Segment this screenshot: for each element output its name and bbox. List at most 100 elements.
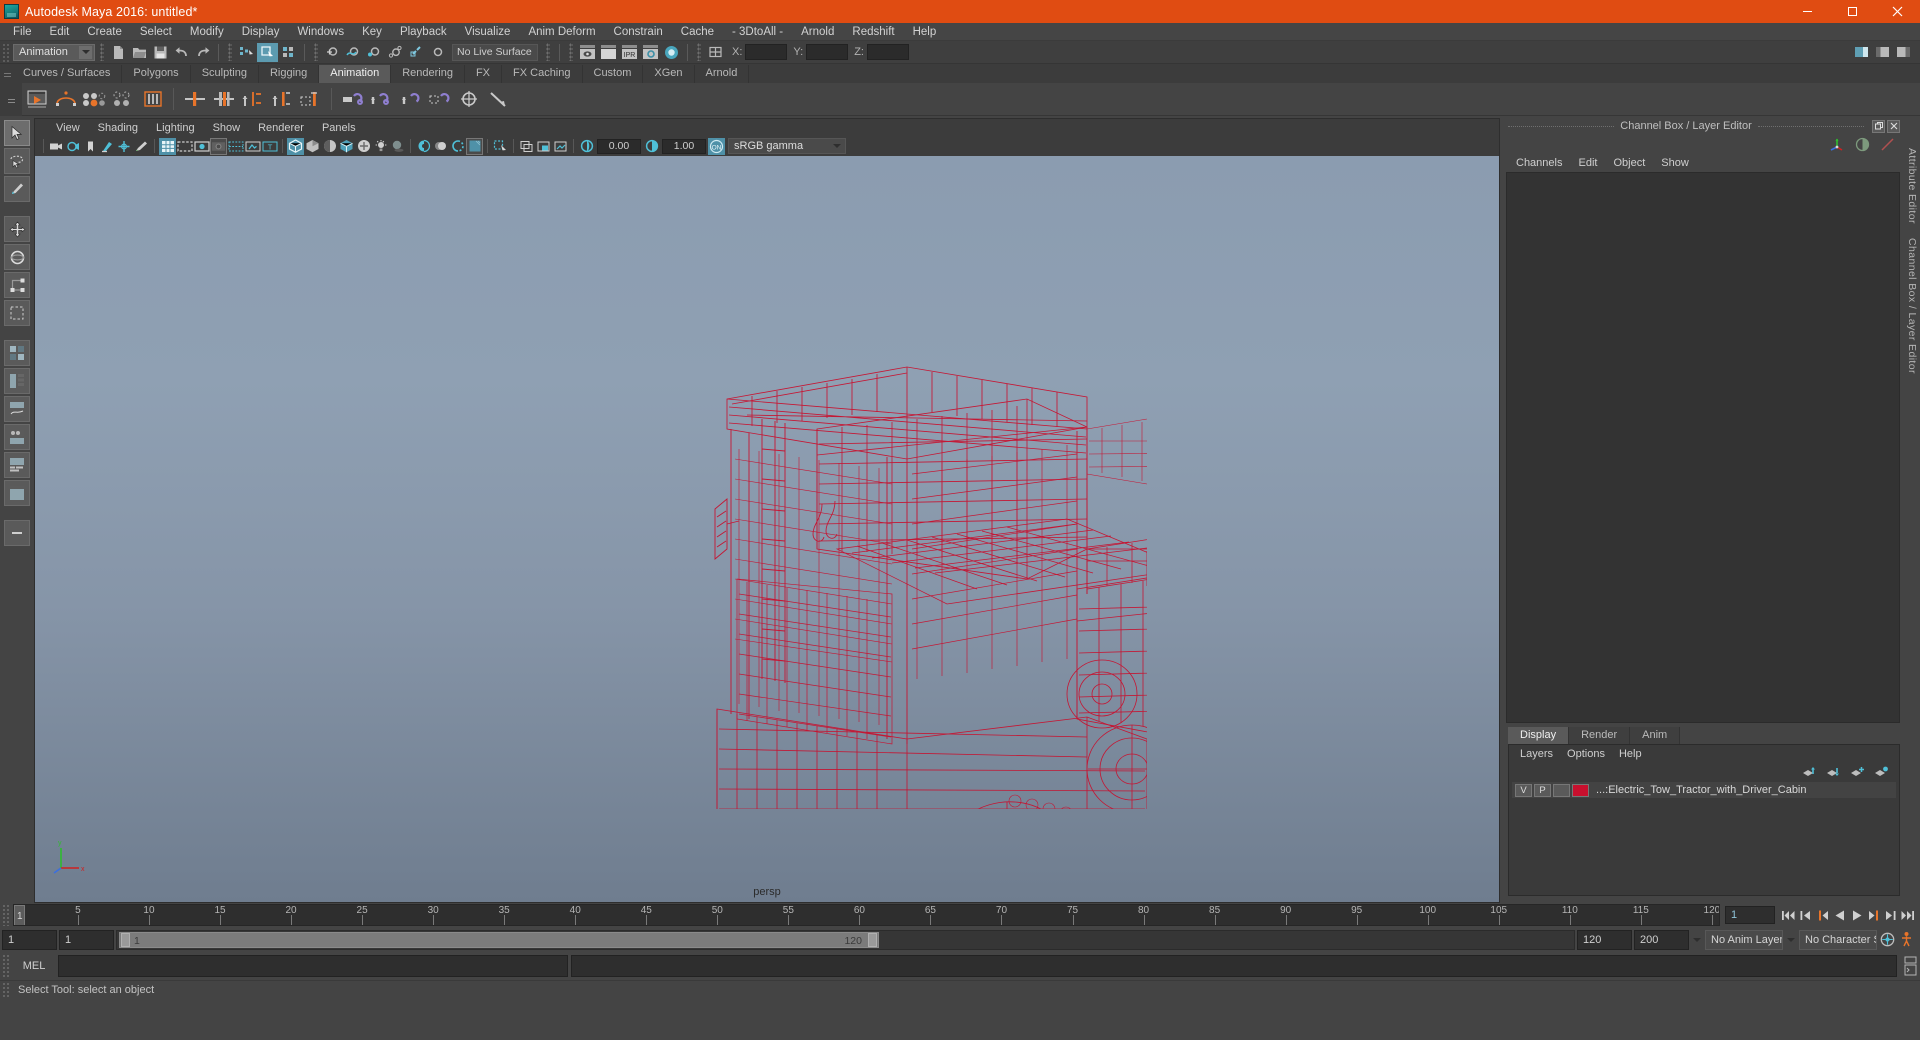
layer-playback-toggle[interactable]: P (1534, 783, 1551, 797)
coord-y-field[interactable] (806, 44, 849, 60)
command-input[interactable] (58, 955, 568, 977)
channelbox-menu-edit[interactable]: Edit (1570, 155, 1605, 172)
lasso-select-tool-button[interactable] (4, 148, 30, 174)
menu-windows[interactable]: Windows (288, 23, 353, 41)
close-panel-button[interactable] (1887, 119, 1900, 133)
snap-to-grid-icon[interactable] (322, 43, 343, 62)
channelbox-menu-show[interactable]: Show (1653, 155, 1697, 172)
step-forward-key-button[interactable] (1865, 906, 1882, 924)
chevron-down-icon[interactable] (79, 45, 92, 59)
persp-outliner-layout-button[interactable] (4, 368, 30, 394)
ik-spline-handle-icon[interactable] (367, 85, 396, 114)
statusline-grip-6[interactable] (569, 43, 573, 61)
film-gate-icon[interactable] (176, 138, 193, 155)
hypershade-persp-layout-button[interactable] (4, 424, 30, 450)
safe-title-icon[interactable]: T (261, 138, 278, 155)
viewport-menu-view[interactable]: View (47, 120, 89, 136)
input-line-icon[interactable] (1879, 136, 1896, 153)
viewport-menu-panels[interactable]: Panels (313, 120, 365, 136)
range-handle-right[interactable] (868, 932, 877, 947)
menu-create[interactable]: Create (78, 23, 131, 41)
move-layer-up-icon[interactable] (1802, 765, 1817, 778)
new-layer-from-selected-icon[interactable] (1874, 765, 1889, 778)
ipr-render-icon[interactable]: IPR (619, 43, 640, 62)
live-surface-field[interactable]: No Live Surface (452, 43, 538, 61)
menu-cache[interactable]: Cache (672, 23, 723, 41)
last-tool-button[interactable] (4, 300, 30, 326)
shelf-tab-sculpting[interactable]: Sculpting (190, 65, 259, 83)
smooth-shade-icon[interactable] (304, 138, 321, 155)
menu-file[interactable]: File (4, 23, 41, 41)
show-manipulator-icon[interactable] (1829, 136, 1846, 153)
exposure-icon[interactable] (578, 138, 595, 155)
shadows-icon[interactable] (389, 138, 406, 155)
minimize-button[interactable] (1785, 0, 1830, 23)
show-channel-box-icon[interactable] (1893, 43, 1914, 62)
shelf-bar-grip[interactable] (0, 82, 22, 116)
statusline-grip-3[interactable] (228, 43, 232, 61)
select-by-hierarchy-icon[interactable] (236, 43, 257, 62)
safe-action-icon[interactable] (244, 138, 261, 155)
help-line-grip[interactable] (2, 981, 10, 998)
menu-select[interactable]: Select (131, 23, 181, 41)
layer-color-swatch[interactable] (1572, 783, 1589, 797)
menu-3dtoall[interactable]: - 3DtoAll - (723, 23, 792, 41)
viewport-menu-renderer[interactable]: Renderer (249, 120, 313, 136)
range-handle-left[interactable] (121, 932, 130, 947)
gamma-icon[interactable] (643, 138, 660, 155)
show-attribute-editor-icon[interactable] (1851, 43, 1872, 62)
paint-select-tool-button[interactable] (4, 176, 30, 202)
set-key-icon[interactable] (80, 85, 109, 114)
layer-tab-anim[interactable]: Anim (1630, 727, 1681, 744)
key-channel-icon[interactable] (138, 85, 167, 114)
playback-speed-chevron-icon[interactable] (1691, 930, 1703, 950)
field-chart-icon[interactable] (227, 138, 244, 155)
delete-keys-icon[interactable] (267, 85, 296, 114)
shelf-tab-polygons[interactable]: Polygons (122, 65, 191, 83)
save-scene-icon[interactable] (150, 43, 171, 62)
redo-icon[interactable] (192, 43, 213, 62)
menu-key[interactable]: Key (353, 23, 391, 41)
menu-modify[interactable]: Modify (181, 23, 233, 41)
paste-keys-icon[interactable] (238, 85, 267, 114)
hypershade-icon[interactable] (661, 43, 682, 62)
command-language-label[interactable]: MEL (13, 960, 55, 972)
select-by-object-icon[interactable] (257, 42, 278, 62)
point-constraint-icon[interactable] (454, 85, 483, 114)
orient-constraint-icon[interactable] (483, 85, 512, 114)
color-management-toggle-icon[interactable]: ON (708, 137, 725, 155)
wireframe-icon[interactable] (287, 137, 304, 155)
persp-trax-layout-button[interactable] (4, 452, 30, 478)
coord-z-field[interactable] (866, 44, 909, 60)
resolution-gate-icon[interactable] (193, 138, 210, 155)
image-plane-icon[interactable] (99, 138, 116, 155)
sidetab-attribute-editor[interactable]: Attribute Editor (1906, 148, 1918, 224)
layer-menu-help[interactable]: Help (1612, 746, 1649, 762)
undo-icon[interactable] (171, 43, 192, 62)
tow-tractor-wireframe-model[interactable] (387, 249, 1147, 809)
ghost-selected-icon[interactable] (51, 85, 80, 114)
range-start-field[interactable]: 1 (59, 929, 114, 950)
time-slider-track[interactable]: 1 5 10 15 20 25 30 35 40 45 50 55 60 65 70 75 80 85 90 95 1… (13, 904, 1720, 926)
xray-active-components-icon[interactable] (535, 138, 552, 155)
lighting-icon[interactable] (372, 138, 389, 155)
shelf-tab-arnold[interactable]: Arnold (694, 65, 750, 83)
step-forward-frame-button[interactable] (1882, 906, 1899, 924)
anim-layer-chevron-icon[interactable] (1785, 930, 1797, 950)
shelf-tab-curves-surfaces[interactable]: Curves / Surfaces (12, 65, 123, 83)
menu-redshift[interactable]: Redshift (843, 23, 903, 41)
gate-mask-icon[interactable] (210, 137, 227, 155)
menu-visualize[interactable]: Visualize (456, 23, 520, 41)
shelf-tab-animation[interactable]: Animation (319, 65, 392, 83)
persp-graph-layout-button[interactable] (4, 396, 30, 422)
range-track[interactable]: 1 120 (116, 929, 1575, 950)
chevron-down-icon[interactable] (830, 140, 844, 152)
ik-handle-icon[interactable] (338, 85, 367, 114)
maximize-button[interactable] (1830, 0, 1875, 23)
go-to-start-button[interactable] (1780, 906, 1797, 924)
playblast-icon[interactable] (22, 85, 51, 114)
exposure-field[interactable]: 0.00 (597, 138, 641, 154)
shelf-tabs-grip[interactable] (2, 64, 12, 83)
channelbox-menu-channels[interactable]: Channels (1508, 155, 1570, 172)
statusline-grip-7[interactable] (697, 43, 701, 61)
